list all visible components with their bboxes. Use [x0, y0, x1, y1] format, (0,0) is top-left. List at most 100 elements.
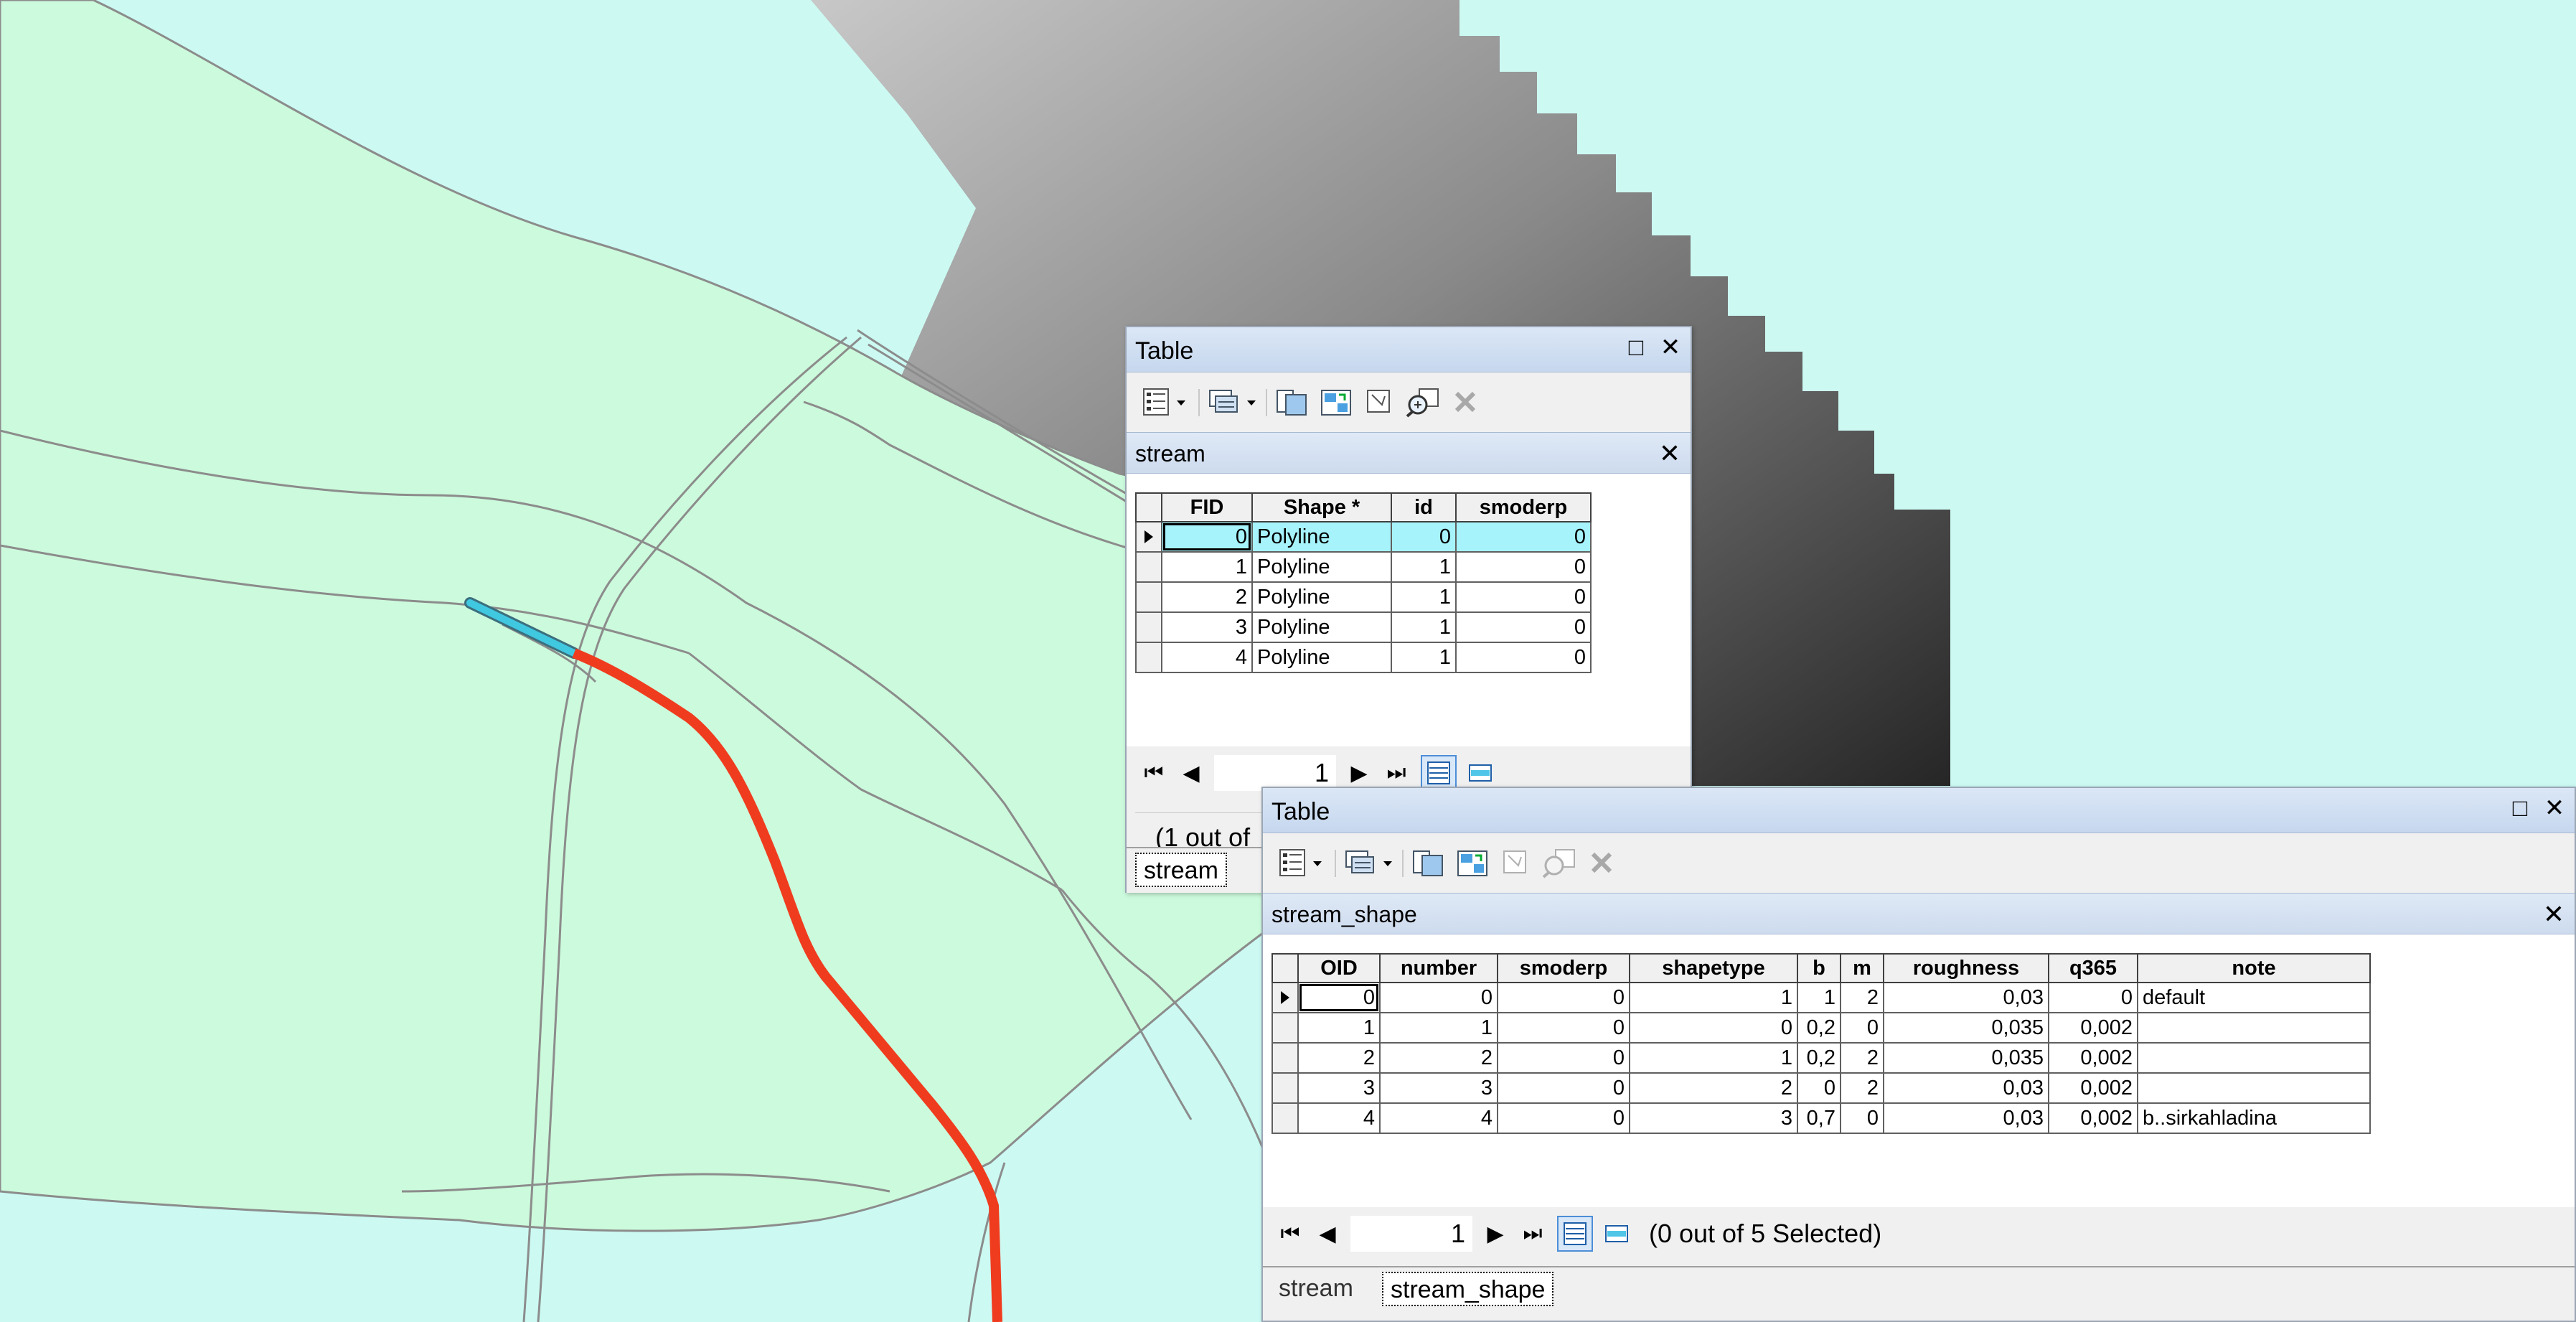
column-header[interactable]: OID — [1297, 953, 1381, 983]
previous-record-icon[interactable]: ◀ — [1172, 754, 1210, 792]
title-bar[interactable]: Table □ ✕ — [1263, 788, 2575, 833]
current-record-input[interactable]: 1 — [1214, 755, 1336, 791]
column-header[interactable]: smoderp — [1455, 492, 1592, 522]
row-selector[interactable] — [1271, 1102, 1299, 1134]
table-cell[interactable]: 0 — [1455, 642, 1592, 673]
table-cell[interactable]: Polyline — [1251, 611, 1392, 643]
table-cell[interactable]: 2 — [1629, 1072, 1798, 1104]
clear-selection-icon[interactable] — [1363, 386, 1396, 418]
table-cell[interactable]: 0,002 — [2048, 1012, 2138, 1044]
table-cell[interactable]: 0 — [1455, 611, 1592, 643]
table-row[interactable]: 0 0 0 1 1 2 0,03 0 default — [1271, 982, 2371, 1013]
table-cell[interactable] — [2137, 1012, 2371, 1044]
column-header[interactable]: smoderp — [1497, 953, 1630, 983]
close-table-icon[interactable]: ✕ — [2543, 899, 2565, 929]
table-cell[interactable]: 0,002 — [2048, 1072, 2138, 1104]
column-header[interactable]: roughness — [1883, 953, 2049, 983]
table-cell[interactable]: 2 — [1379, 1042, 1498, 1074]
close-table-icon[interactable]: ✕ — [1659, 439, 1680, 469]
table-cell[interactable]: 1 — [1797, 982, 1841, 1013]
previous-record-icon[interactable]: ◀ — [1309, 1215, 1346, 1252]
table-cell[interactable]: 0,2 — [1797, 1042, 1841, 1074]
table-cell[interactable]: Polyline — [1251, 642, 1392, 673]
table-cell[interactable]: 0 — [1455, 521, 1592, 553]
table-cell[interactable]: 1 — [1629, 982, 1798, 1013]
table-row[interactable]: 2 2 0 1 0,2 2 0,035 0,002 — [1271, 1042, 2371, 1074]
table-cell[interactable]: 1 — [1391, 551, 1457, 583]
table-cell[interactable]: Polyline — [1251, 581, 1392, 613]
row-selector[interactable] — [1135, 581, 1162, 613]
row-selector[interactable] — [1135, 521, 1162, 553]
column-header[interactable]: shapetype — [1629, 953, 1798, 983]
table-row[interactable]: 3 3 0 2 0 2 0,03 0,002 — [1271, 1072, 2371, 1104]
column-header[interactable]: FID — [1161, 492, 1253, 522]
table-cell[interactable]: Polyline — [1251, 551, 1392, 583]
table-cell[interactable]: 0 — [1455, 581, 1592, 613]
table-cell[interactable]: 0 — [1379, 982, 1498, 1013]
table-cell[interactable]: 1 — [1391, 611, 1457, 643]
column-header[interactable]: note — [2137, 953, 2371, 983]
table-cell[interactable]: 0,002 — [2048, 1102, 2138, 1134]
row-selector[interactable] — [1271, 982, 1299, 1013]
row-selector[interactable] — [1271, 1072, 1299, 1104]
table-cell[interactable]: 0,03 — [1883, 1102, 2049, 1134]
table-cell[interactable]: 0,035 — [1883, 1012, 2049, 1044]
table-cell[interactable]: 3 — [1161, 611, 1253, 643]
table-cell[interactable]: 1 — [1297, 1012, 1381, 1044]
table-cell[interactable]: 0 — [1629, 1012, 1798, 1044]
table-cell[interactable]: 0 — [1497, 982, 1630, 1013]
table-cell[interactable]: 2 — [1840, 982, 1884, 1013]
delete-selected-icon[interactable] — [1451, 386, 1480, 418]
column-header[interactable]: b — [1797, 953, 1841, 983]
table-cell[interactable]: Polyline — [1251, 521, 1392, 553]
table-cell[interactable]: 1 — [1379, 1012, 1498, 1044]
table-cell[interactable]: 2 — [1840, 1042, 1884, 1074]
table-row[interactable]: 1 Polyline 1 0 — [1135, 551, 1592, 583]
table-cell[interactable]: 0 — [1297, 982, 1381, 1013]
close-button[interactable]: ✕ — [1658, 334, 1683, 360]
table-cell[interactable]: 1 — [1391, 642, 1457, 673]
table-cell[interactable]: 1 — [1161, 551, 1253, 583]
table-cell[interactable]: 0 — [1497, 1012, 1630, 1044]
table-cell[interactable]: 2 — [1161, 581, 1253, 613]
table-cell[interactable]: 0,7 — [1797, 1102, 1841, 1134]
first-record-icon[interactable]: ⏮ — [1135, 754, 1172, 792]
table-cell[interactable]: 0 — [2048, 982, 2138, 1013]
table-row[interactable]: 0 Polyline 0 0 — [1135, 521, 1592, 553]
table-cell[interactable]: 0,002 — [2048, 1042, 2138, 1074]
related-tables-icon[interactable] — [1208, 386, 1260, 418]
column-header[interactable]: Shape * — [1251, 492, 1392, 522]
row-selector[interactable] — [1135, 642, 1162, 673]
table-cell[interactable]: 1 — [1391, 581, 1457, 613]
table-row[interactable]: 4 4 0 3 0,7 0 0,03 0,002 b..sirkahladina — [1271, 1102, 2371, 1134]
select-by-attributes-icon[interactable] — [1411, 847, 1448, 878]
table-options-icon[interactable] — [1142, 386, 1188, 418]
table-cell[interactable]: 3 — [1297, 1072, 1381, 1104]
show-all-records-icon[interactable] — [1421, 755, 1457, 791]
table-cell[interactable]: 0 — [1797, 1072, 1841, 1104]
maximize-button[interactable]: □ — [2507, 795, 2533, 821]
row-selector[interactable] — [1135, 551, 1162, 583]
table-cell[interactable] — [2137, 1042, 2371, 1074]
table-cell[interactable]: 0 — [1497, 1102, 1630, 1134]
table-row[interactable]: 2 Polyline 1 0 — [1135, 581, 1592, 613]
show-all-records-icon[interactable] — [1557, 1216, 1593, 1252]
table-cell[interactable]: 3 — [1629, 1102, 1798, 1134]
column-header[interactable]: m — [1840, 953, 1884, 983]
last-record-icon[interactable]: ⏭ — [1514, 1215, 1551, 1252]
table-row[interactable]: 3 Polyline 1 0 — [1135, 611, 1592, 643]
table-row[interactable]: 1 1 0 0 0,2 0 0,035 0,002 — [1271, 1012, 2371, 1044]
table-options-icon[interactable] — [1279, 847, 1325, 878]
switch-selection-icon[interactable] — [1455, 847, 1493, 878]
table-cell[interactable]: 0 — [1840, 1012, 1884, 1044]
table-cell[interactable]: 2 — [1297, 1042, 1381, 1074]
table-cell[interactable]: 4 — [1297, 1102, 1381, 1134]
table-cell[interactable]: 0,03 — [1883, 1072, 2049, 1104]
table-window-stream-shape[interactable]: Table □ ✕ stream_shape ✕ OID number smod… — [1261, 787, 2576, 1322]
table-cell[interactable]: 0 — [1840, 1102, 1884, 1134]
table-cell[interactable]: 0 — [1161, 521, 1253, 553]
column-header[interactable]: number — [1379, 953, 1498, 983]
first-record-icon[interactable]: ⏮ — [1271, 1215, 1309, 1252]
row-selector[interactable] — [1271, 1042, 1299, 1074]
title-bar[interactable]: Table □ ✕ — [1127, 327, 1691, 372]
